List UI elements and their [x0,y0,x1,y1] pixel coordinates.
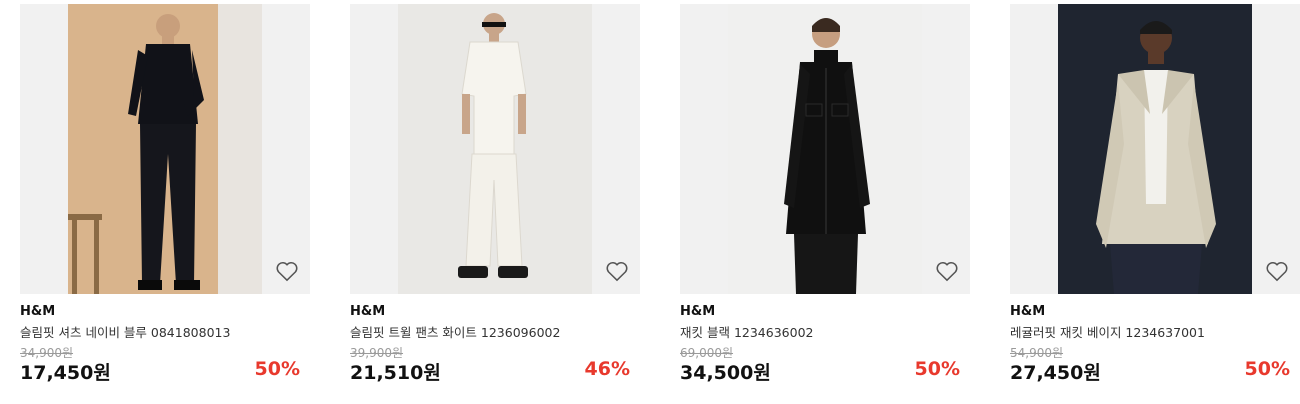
discount-rate: 46% [584,358,630,380]
sale-price: 17,450원 [20,362,111,384]
discount-rate: 50% [1244,358,1290,380]
discount-rate: 50% [254,358,300,380]
product-image[interactable] [1010,4,1300,294]
product-name[interactable]: 레귤러핏 재킷 베이지 1234637001 [1010,322,1205,341]
sale-price: 27,450원 [1010,362,1101,384]
product-photo [398,4,592,294]
sale-price: 21,510원 [350,362,441,384]
sale-price: 34,500원 [680,362,771,384]
brand-name: H&M [350,304,386,319]
product-name[interactable]: 재킷 블랙 1234636002 [680,322,813,341]
product-card[interactable]: H&M 재킷 블랙 1234636002 69,000원 34,500원 50% [680,0,970,404]
product-card[interactable]: H&M 슬림핏 트윌 팬츠 화이트 1236096002 39,900원 21,… [350,0,640,404]
brand-name: H&M [1010,304,1046,319]
brand-name: H&M [20,304,56,319]
product-photo [728,4,922,294]
discount-rate: 50% [914,358,960,380]
product-name[interactable]: 슬림핏 트윌 팬츠 화이트 1236096002 [350,322,560,341]
product-photo [1058,4,1252,294]
product-card[interactable]: H&M 슬림핏 셔츠 네이비 블루 0841808013 34,900원 17,… [20,0,310,404]
heart-outline-icon[interactable] [1264,258,1290,284]
product-name[interactable]: 슬림핏 셔츠 네이비 블루 0841808013 [20,322,230,341]
product-photo [68,4,262,294]
product-image[interactable] [350,4,640,294]
product-grid: H&M 슬림핏 셔츠 네이비 블루 0841808013 34,900원 17,… [0,0,1300,404]
heart-outline-icon[interactable] [604,258,630,284]
product-card[interactable]: H&M 레귤러핏 재킷 베이지 1234637001 54,900원 27,45… [1010,0,1300,404]
heart-outline-icon[interactable] [274,258,300,284]
product-image[interactable] [680,4,970,294]
heart-outline-icon[interactable] [934,258,960,284]
brand-name: H&M [680,304,716,319]
product-image[interactable] [20,4,310,294]
